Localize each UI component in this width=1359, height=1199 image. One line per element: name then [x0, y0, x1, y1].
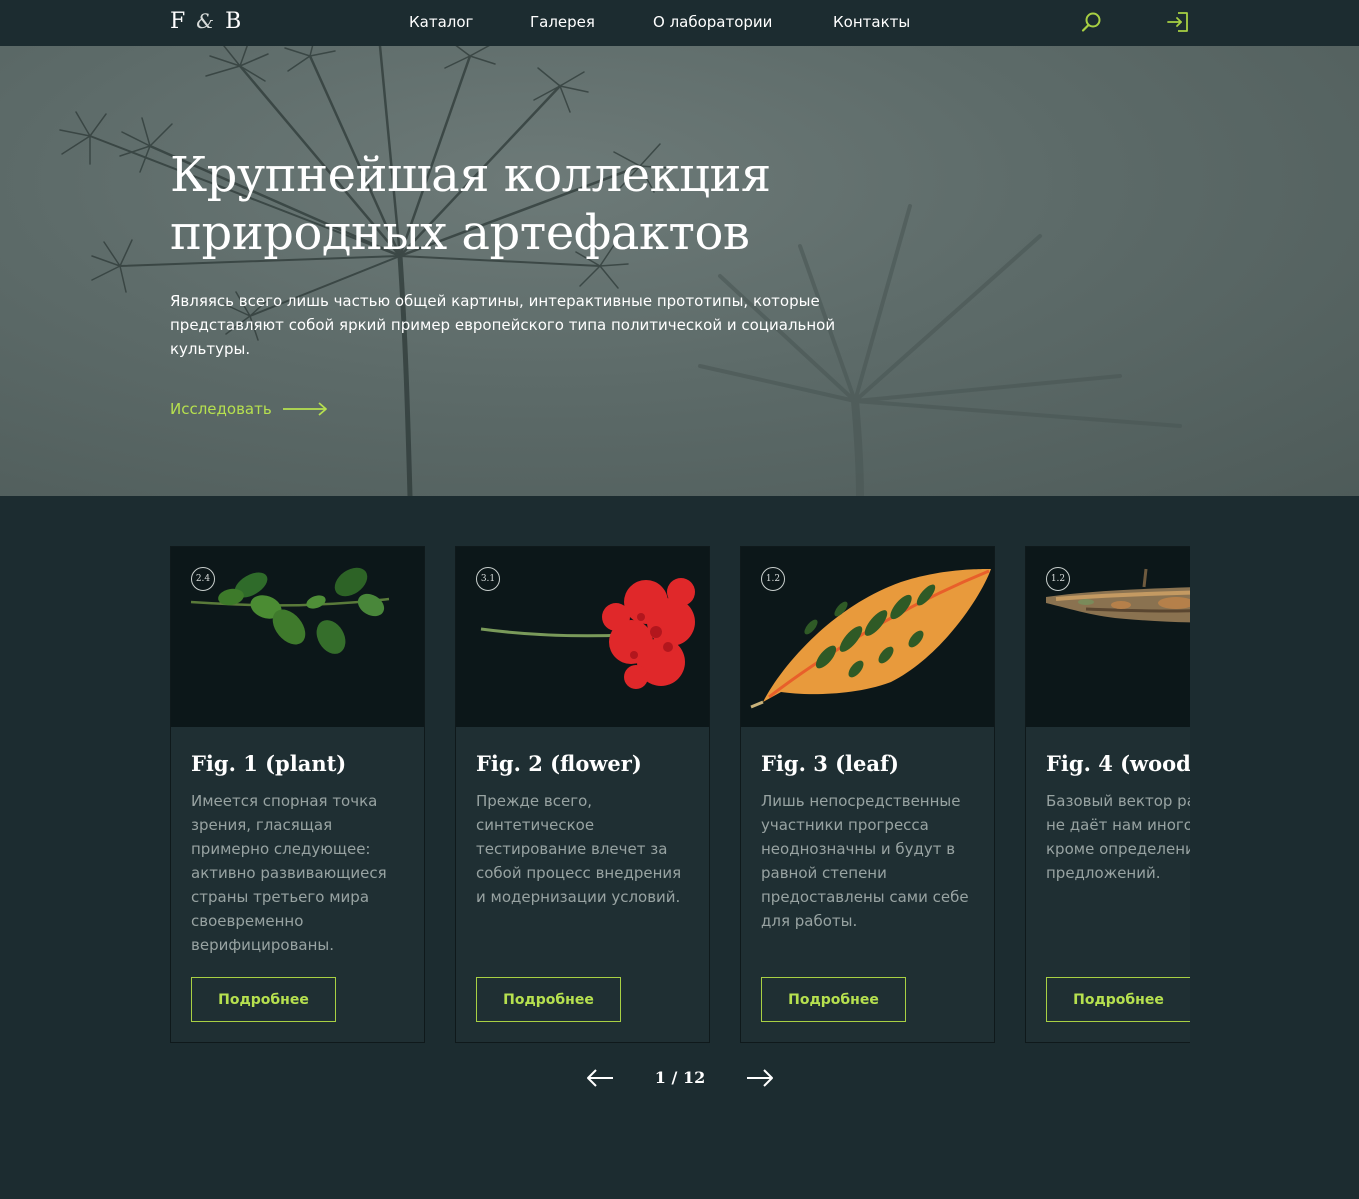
card-image-wood: 1.2: [1026, 547, 1190, 727]
explore-link-label: Исследовать: [170, 400, 272, 418]
nav-item-about[interactable]: О лаборатории: [653, 13, 772, 31]
page-current: 1: [654, 1068, 666, 1087]
arrow-right-icon: [282, 402, 327, 416]
explore-link[interactable]: Исследовать: [170, 399, 328, 419]
card-description: Имеется спорная точка зрения, гласящая п…: [191, 792, 387, 954]
carousel-pager: 1 / 12: [585, 1064, 775, 1092]
search-icon[interactable]: [1080, 10, 1104, 34]
hero-description: Являясь всего лишь частью общей картины,…: [170, 292, 836, 358]
card-badge: 1.2: [1046, 567, 1070, 591]
card-description: Прежде всего, синтетическое тестирование…: [476, 792, 682, 906]
nav-item-gallery[interactable]: Галерея: [530, 13, 595, 31]
card-description-line: кроме определени: [1046, 840, 1190, 858]
card-description-line: не даёт нам иного: [1046, 816, 1190, 834]
artifact-card: 3.1 Fig. 2 (flower) Прежде всего, синтет…: [455, 546, 710, 1043]
hero-section: Крупнейшая коллекция природных артефакто…: [0, 46, 1359, 496]
card-description-line: предложений.: [1046, 864, 1161, 882]
card-image-plant: 2.4: [171, 547, 424, 727]
page-total: 12: [682, 1068, 706, 1087]
card-image-flower: 3.1: [456, 547, 709, 727]
details-button[interactable]: Подробнее: [191, 977, 336, 1022]
nav-item-contacts[interactable]: Контакты: [833, 13, 910, 31]
login-icon[interactable]: [1166, 10, 1190, 34]
card-title: Fig. 2 (flower): [476, 751, 642, 776]
artifact-card: 1.2 Fig. 4 (wood) Базовый вектор ра не д…: [1025, 546, 1190, 1043]
hero-title: Крупнейшая коллекция природных артефакто…: [170, 146, 870, 262]
details-button[interactable]: Подробнее: [1046, 977, 1190, 1022]
card-image-leaf: 1.2: [741, 547, 994, 727]
card-badge: 1.2: [761, 567, 785, 591]
artifact-card: 2.4 Fig. 1 (plant) Имеется спорная точка…: [170, 546, 425, 1043]
artifact-card: 1.2 Fig. 3 (leaf) Лишь непосредственные …: [740, 546, 995, 1043]
card-title: Fig. 4 (wood): [1046, 751, 1190, 776]
card-badge: 3.1: [476, 567, 500, 591]
card-title: Fig. 3 (leaf): [761, 751, 899, 776]
next-arrow-icon[interactable]: [745, 1066, 775, 1090]
card-description-line: Базовый вектор ра: [1046, 792, 1190, 810]
artifacts-carousel: 2.4 Fig. 1 (plant) Имеется спорная точка…: [170, 546, 1190, 1043]
page-counter: 1 / 12: [645, 1064, 715, 1092]
page-separator: /: [671, 1068, 678, 1087]
card-badge: 2.4: [191, 567, 215, 591]
hero-background-plant: [59, 46, 1182, 496]
card-title: Fig. 1 (plant): [191, 751, 347, 776]
main-nav: Каталог Галерея О лаборатории Контакты: [0, 0, 1359, 46]
card-description: Лишь непосредственные участники прогресс…: [761, 792, 969, 930]
prev-arrow-icon[interactable]: [585, 1066, 615, 1090]
hero-title-line2: природных артефактов: [170, 205, 750, 261]
card-description: Базовый вектор ра не даёт нам иного кром…: [1046, 789, 1190, 885]
site-header: F & B Каталог Галерея О лаборатории Конт…: [0, 0, 1359, 46]
nav-item-catalog[interactable]: Каталог: [409, 13, 473, 31]
details-button[interactable]: Подробнее: [476, 977, 621, 1022]
details-button[interactable]: Подробнее: [761, 977, 906, 1022]
hero-title-line1: Крупнейшая коллекция: [170, 147, 771, 203]
